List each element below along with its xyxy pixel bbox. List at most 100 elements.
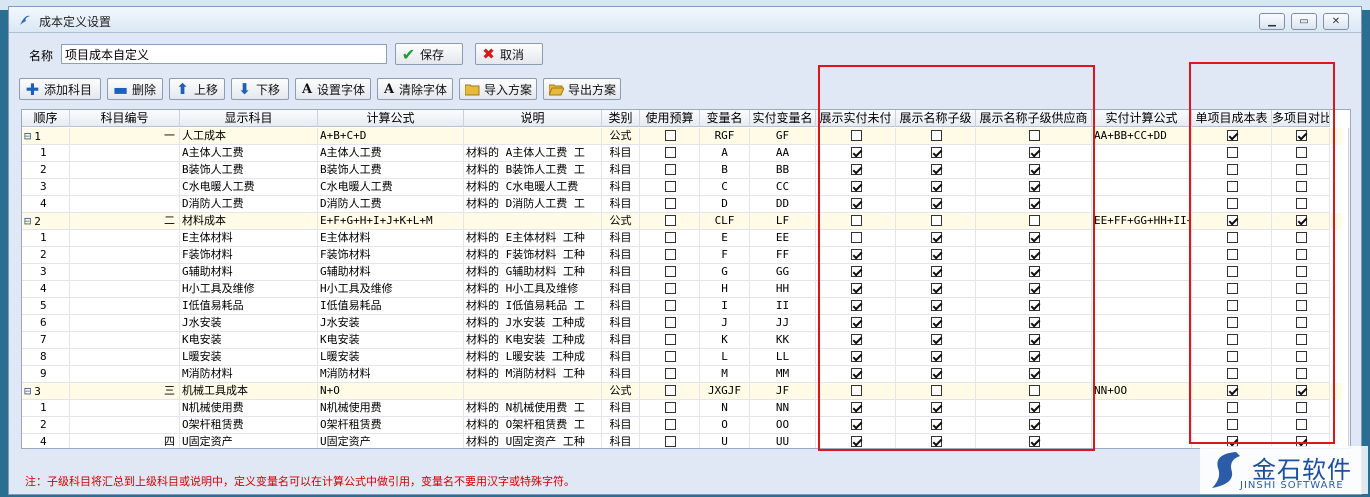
checkbox[interactable] [1029,316,1040,328]
table-row[interactable]: 4 四 U固定资产 U固定资产 材料的 U固定资产 工种 科目 U UU [22,434,1342,448]
header-col-display-item[interactable]: 显示科目 [180,110,318,127]
group-row[interactable]: ⊟ 2 二材料成本 E+F+G+H+I+J+K+L+M 公式 CLF LF EE+FF+GG+… [22,213,1342,230]
col-use-budget-cell[interactable] [640,281,700,298]
checkbox[interactable] [1296,129,1307,141]
table-row[interactable]: 6 J水安装 J水安装 材料的 J水安装 工种成 科目 J JJ [22,315,1342,332]
close-button[interactable]: ✕ [1323,13,1349,30]
col-use-budget-cell[interactable] [640,434,700,448]
name-input[interactable] [61,44,387,64]
col-show-sub-supplier-cell[interactable] [976,230,1092,247]
col-show-sub-supplier-cell[interactable] [976,145,1092,162]
checkbox[interactable] [851,333,862,345]
col-multi-project-cell[interactable] [1272,264,1330,281]
col-show-sub-names-cell[interactable] [896,417,976,434]
checkbox[interactable] [1296,333,1307,345]
col-show-sub-supplier-cell[interactable] [976,366,1092,383]
table-row[interactable]: 1 E主体材料 E主体材料 材料的 E主体材料 工种 科目 E EE [22,230,1342,247]
checkbox[interactable] [1227,435,1238,447]
set-font-button[interactable]: A 设置字体 [295,78,371,100]
checkbox[interactable] [851,418,862,430]
checkbox[interactable] [1227,367,1238,379]
col-show-sub-names-cell[interactable] [896,383,976,400]
col-show-sub-names-cell[interactable] [896,366,976,383]
col-single-project-cell[interactable] [1192,315,1272,332]
header-col-show-sub-names[interactable]: 展示名称子级 [896,110,976,127]
col-show-sub-names-cell[interactable] [896,128,976,145]
col-show-paid-unpaid-cell[interactable] [816,145,896,162]
col-show-paid-unpaid-cell[interactable] [816,264,896,281]
checkbox[interactable] [665,231,676,243]
col-show-sub-supplier-cell[interactable] [976,162,1092,179]
col-show-paid-unpaid-cell[interactable] [816,434,896,448]
checkbox[interactable] [851,384,862,396]
checkbox[interactable] [1296,435,1307,447]
checkbox[interactable] [1227,299,1238,311]
export-scheme-button[interactable]: 导出方案 [543,78,621,100]
collapse-toggle-icon[interactable]: ⊟ [24,384,31,398]
cancel-button[interactable]: ✖ 取消 [475,43,543,65]
col-single-project-cell[interactable] [1192,247,1272,264]
col-show-sub-names-cell[interactable] [896,332,976,349]
checkbox[interactable] [1029,163,1040,175]
col-show-paid-unpaid-cell[interactable] [816,128,896,145]
checkbox[interactable] [665,384,676,396]
checkbox[interactable] [1227,401,1238,413]
header-col-paid-formula[interactable]: 实付计算公式 [1092,110,1192,127]
checkbox[interactable] [1296,214,1307,226]
checkbox[interactable] [1227,384,1238,396]
col-show-sub-supplier-cell[interactable] [976,349,1092,366]
col-multi-project-cell[interactable] [1272,196,1330,213]
col-show-sub-names-cell[interactable] [896,196,976,213]
header-col-variable[interactable]: 变量名 [700,110,750,127]
col-show-paid-unpaid-cell[interactable] [816,383,896,400]
col-use-budget-cell[interactable] [640,230,700,247]
header-col-paid-variable[interactable]: 实付变量名 [750,110,816,127]
table-row[interactable]: 8 L暖安装 L暖安装 材料的 L暖安装 工种成 科目 L LL [22,349,1342,366]
checkbox[interactable] [665,129,676,141]
checkbox[interactable] [665,299,676,311]
checkbox[interactable] [665,180,676,192]
clear-font-button[interactable]: A 清除字体 [377,78,453,100]
vertical-scrollbar[interactable] [1348,128,1350,448]
table-row[interactable]: 3 C水电暖人工费 C水电暖人工费 材料的 C水电暖人工费 科目 C CC [22,179,1342,196]
checkbox[interactable] [1296,282,1307,294]
col-show-paid-unpaid-cell[interactable] [816,162,896,179]
col-show-sub-names-cell[interactable] [896,349,976,366]
checkbox[interactable] [1029,333,1040,345]
col-show-paid-unpaid-cell[interactable] [816,417,896,434]
move-down-button[interactable]: ⬇ 下移 [231,78,289,100]
col-multi-project-cell[interactable] [1272,179,1330,196]
checkbox[interactable] [1227,146,1238,158]
checkbox[interactable] [665,163,676,175]
col-use-budget-cell[interactable] [640,128,700,145]
col-multi-project-cell[interactable] [1272,230,1330,247]
col-use-budget-cell[interactable] [640,332,700,349]
checkbox[interactable] [931,401,942,413]
col-use-budget-cell[interactable] [640,179,700,196]
maximize-button[interactable]: ▭ [1291,13,1317,30]
col-multi-project-cell[interactable] [1272,162,1330,179]
checkbox[interactable] [1029,299,1040,311]
checkbox[interactable] [851,282,862,294]
col-multi-project-cell[interactable] [1272,400,1330,417]
checkbox[interactable] [851,180,862,192]
checkbox[interactable] [665,333,676,345]
col-use-budget-cell[interactable] [640,162,700,179]
checkbox[interactable] [1227,282,1238,294]
col-show-paid-unpaid-cell[interactable] [816,315,896,332]
checkbox[interactable] [1029,265,1040,277]
group-row[interactable]: ⊟ 1 一人工成本 A+B+C+D 公式 RGF GF AA+BB+CC+DD [22,128,1342,145]
col-multi-project-cell[interactable] [1272,417,1330,434]
checkbox[interactable] [851,163,862,175]
checkbox[interactable] [1029,197,1040,209]
checkbox[interactable] [931,418,942,430]
checkbox[interactable] [1227,214,1238,226]
col-show-paid-unpaid-cell[interactable] [816,400,896,417]
save-button[interactable]: ✔ 保存 [395,43,463,65]
checkbox[interactable] [1029,435,1040,447]
checkbox[interactable] [665,316,676,328]
col-use-budget-cell[interactable] [640,315,700,332]
col-show-sub-supplier-cell[interactable] [976,298,1092,315]
checkbox[interactable] [1029,231,1040,243]
checkbox[interactable] [1296,350,1307,362]
